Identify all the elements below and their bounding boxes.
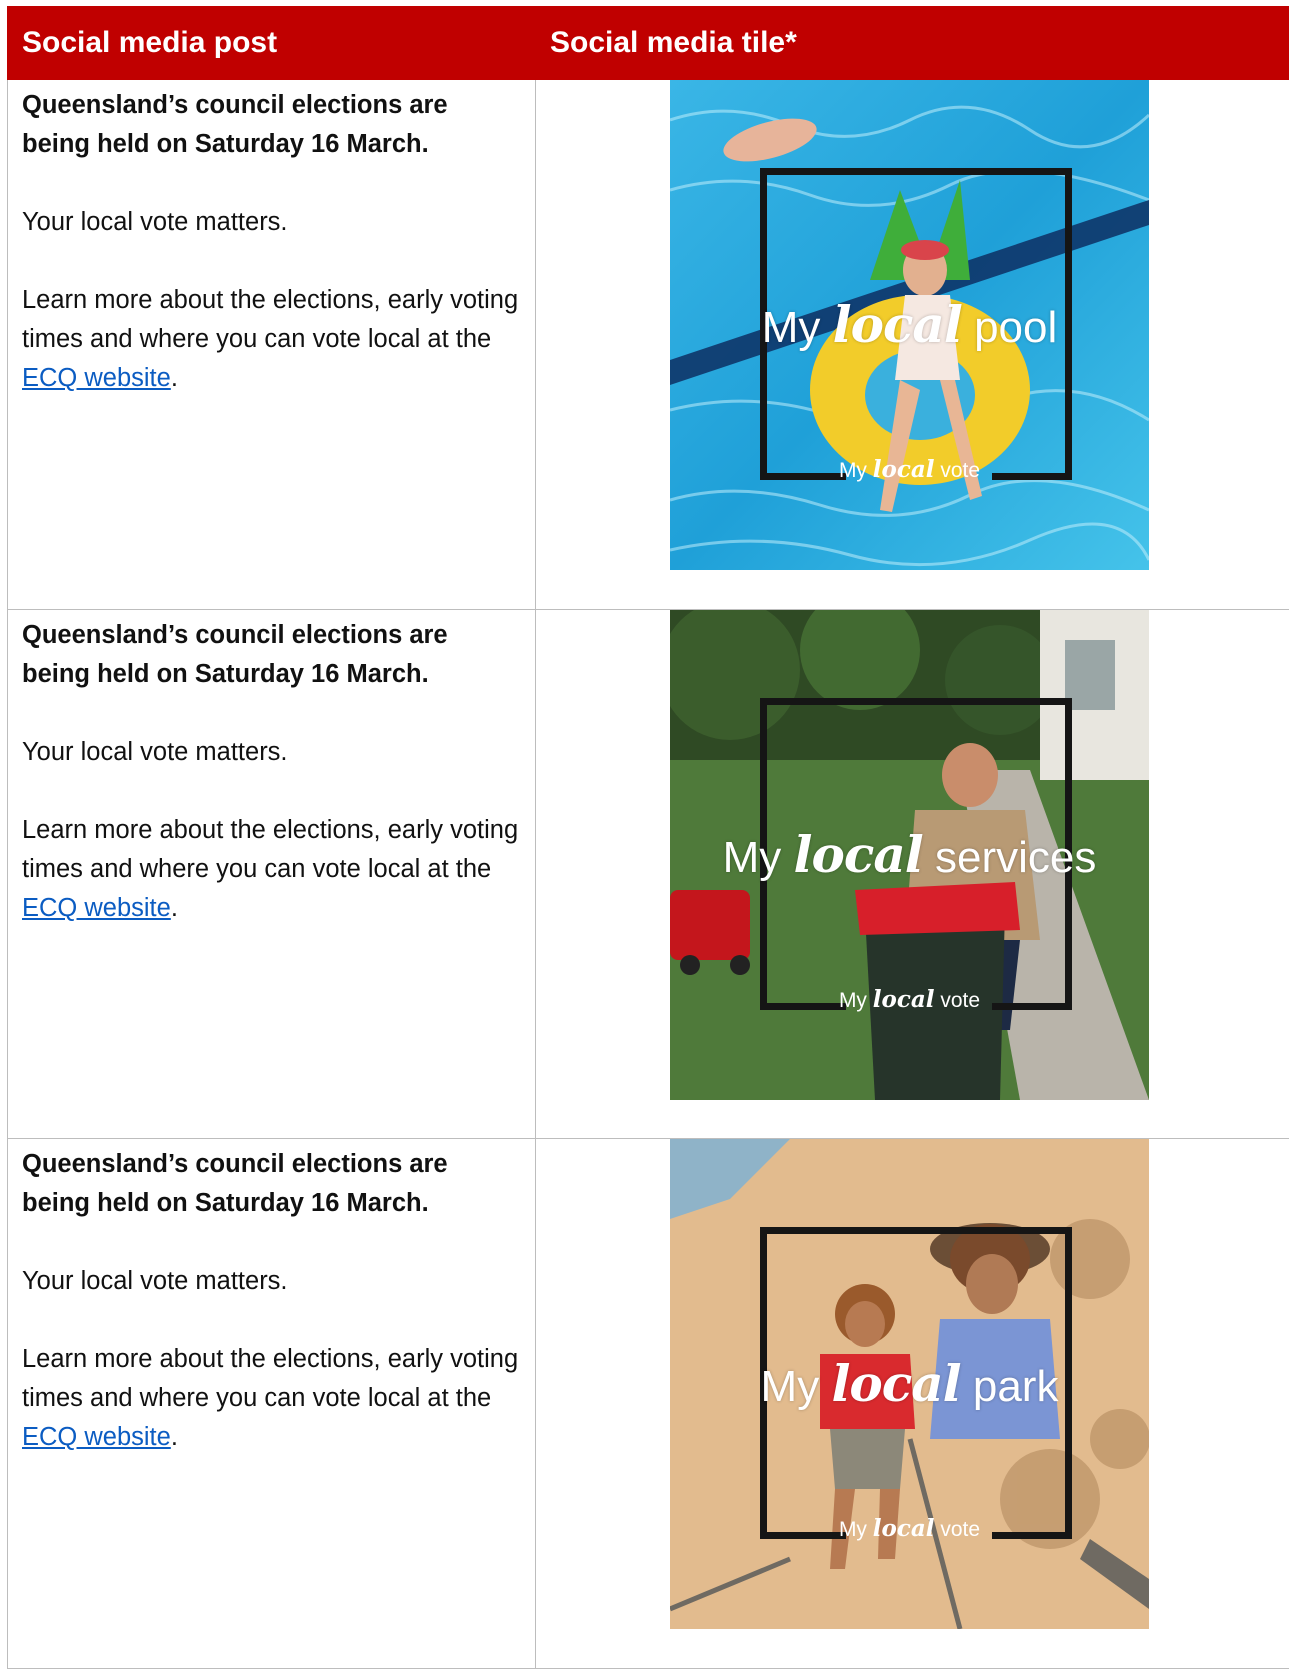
table-header-row: Social media post Social media tile* [8, 7, 1289, 80]
header-social-media-post: Social media post [8, 7, 536, 80]
pool-tile-image: My local pool My local vote [670, 80, 1149, 570]
table-row: Queensland’s council elections are being… [8, 80, 1289, 610]
post-headline: Queensland’s council elections are being… [22, 1145, 521, 1223]
ecq-website-link[interactable]: ECQ website [22, 894, 171, 922]
post-learn-more: Learn more about the elections, early vo… [22, 1340, 521, 1457]
post-headline: Queensland’s council elections are being… [22, 616, 521, 694]
post-learn-more: Learn more about the elections, early vo… [22, 811, 521, 928]
social-media-table: Social media post Social media tile* Que… [7, 6, 1289, 1669]
table-row: Queensland’s council elections are being… [8, 1139, 1289, 1669]
services-tile-image: My local services My local vote [670, 610, 1149, 1100]
post-line: Your local vote matters. [22, 203, 521, 242]
park-tile-image: My local park My local vote [670, 1139, 1149, 1629]
tile-title: My local services [670, 825, 1149, 884]
tile-cell: My local park My local vote [536, 1139, 1289, 1669]
ecq-website-link[interactable]: ECQ website [22, 364, 171, 392]
post-cell: Queensland’s council elections are being… [8, 1139, 536, 1669]
ecq-website-link[interactable]: ECQ website [22, 1423, 171, 1451]
post-line: Your local vote matters. [22, 733, 521, 772]
tile-logo: My local vote [670, 986, 1149, 1013]
tile-logo: My local vote [670, 1515, 1149, 1542]
tile-title: My local pool [670, 295, 1149, 354]
post-cell: Queensland’s council elections are being… [8, 80, 536, 610]
post-cell: Queensland’s council elections are being… [8, 610, 536, 1139]
tile-cell: My local services My local vote [536, 610, 1289, 1139]
tile-cell: My local pool My local vote [536, 80, 1289, 610]
post-line: Your local vote matters. [22, 1262, 521, 1301]
tile-logo: My local vote [670, 456, 1149, 483]
post-learn-more: Learn more about the elections, early vo… [22, 281, 521, 398]
post-headline: Queensland’s council elections are being… [22, 86, 521, 164]
table-row: Queensland’s council elections are being… [8, 610, 1289, 1139]
tile-title: My local park [670, 1354, 1149, 1413]
header-social-media-tile: Social media tile* [536, 7, 1289, 80]
